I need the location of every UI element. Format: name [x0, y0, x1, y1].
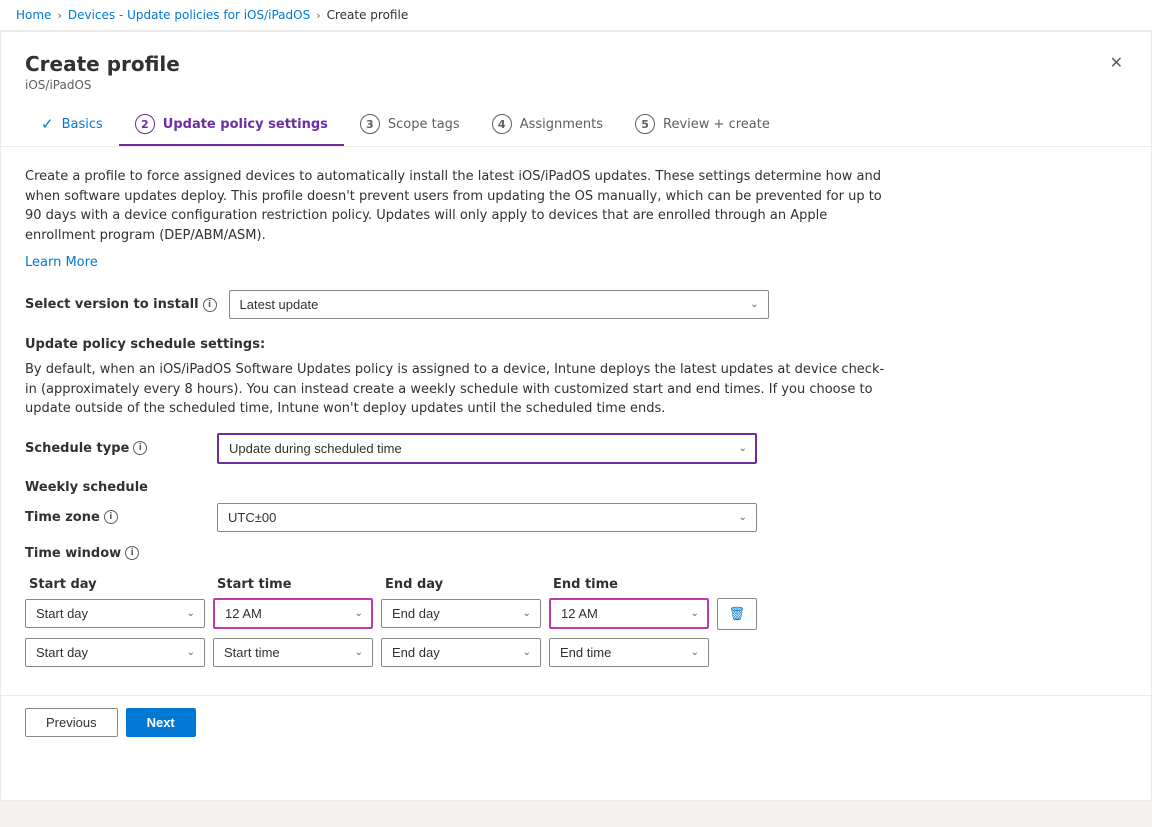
row1-delete-button[interactable]: 🗑 — [717, 598, 757, 630]
previous-button[interactable]: Previous — [25, 708, 118, 737]
header-start-time: Start time — [217, 577, 377, 592]
row2-end-time-wrapper: End time 12 AM1 AM2 AM 6 AM9 AM12 PM ⌄ — [549, 638, 709, 667]
header-end-time: End time — [553, 577, 713, 592]
row1-start-time-wrapper: 12 AM 1 AM2 AM3 AM 6 AM9 AM12 PM ⌄ — [213, 598, 373, 629]
learn-more-link[interactable]: Learn More — [25, 255, 98, 270]
breadcrumb-sep-1: › — [57, 9, 61, 22]
time-window-info-icon[interactable]: i — [125, 546, 139, 560]
delete-icon: 🗑 — [729, 606, 746, 622]
schedule-type-select-wrapper: Update during scheduled time Update at n… — [217, 433, 757, 464]
tab-review-create-num: 5 — [635, 114, 655, 134]
row1-end-time-select[interactable]: 12 AM 1 AM2 AM3 AM 6 AM9 AM12 PM — [549, 598, 709, 629]
header-actions — [721, 577, 761, 592]
version-select[interactable]: Latest update — [229, 290, 769, 319]
row1-start-day-select[interactable]: Start day SundayMondayTuesday WednesdayT… — [25, 599, 205, 628]
version-info-icon[interactable]: i — [203, 298, 217, 312]
panel-title-group: Create profile iOS/iPadOS — [25, 52, 180, 92]
panel-title: Create profile — [25, 52, 180, 76]
schedule-type-label: Schedule type i — [25, 441, 205, 456]
tab-scope-tags-label: Scope tags — [388, 117, 460, 132]
tab-update-policy-num: 2 — [135, 114, 155, 134]
breadcrumb: Home › Devices - Update policies for iOS… — [0, 0, 1152, 31]
tab-update-policy-label: Update policy settings — [163, 117, 328, 132]
tab-scope-tags-num: 3 — [360, 114, 380, 134]
row2-start-day-wrapper: Start day SundayMondayTuesday WednesdayT… — [25, 638, 205, 667]
row1-start-day-wrapper: Start day SundayMondayTuesday WednesdayT… — [25, 599, 205, 628]
schedule-type-select[interactable]: Update during scheduled time Update at n… — [217, 433, 757, 464]
time-table-headers: Start day Start time End day End time — [25, 577, 865, 592]
version-row: Select version to install i Latest updat… — [25, 290, 1127, 319]
breadcrumb-sep-2: › — [316, 9, 320, 22]
timezone-label: Time zone i — [25, 510, 205, 525]
weekly-schedule-label: Weekly schedule — [25, 480, 1127, 495]
content-area: Create a profile to force assigned devic… — [1, 147, 1151, 695]
wizard-tabs: ✓ Basics 2 Update policy settings 3 Scop… — [1, 104, 1151, 147]
policy-description: By default, when an iOS/iPadOS Software … — [25, 360, 885, 419]
tab-assignments-label: Assignments — [520, 117, 603, 132]
table-row: Start day SundayMondayTuesday WednesdayT… — [25, 598, 865, 630]
breadcrumb-home[interactable]: Home — [16, 8, 51, 22]
tab-assignments[interactable]: 4 Assignments — [476, 104, 619, 146]
timezone-row: Time zone i UTC±00 UTC-05:00 UTC+01:00 ⌄ — [25, 503, 1127, 532]
breadcrumb-devices[interactable]: Devices - Update policies for iOS/iPadOS — [68, 8, 310, 22]
tab-review-create-label: Review + create — [663, 117, 770, 132]
create-profile-panel: Create profile iOS/iPadOS ✕ ✓ Basics 2 U… — [0, 31, 1152, 801]
tab-assignments-num: 4 — [492, 114, 512, 134]
row2-start-time-wrapper: Start time 12 AM1 AM2 AM 6 AM9 AM12 PM ⌄ — [213, 638, 373, 667]
row2-end-day-wrapper: End day SundayMondayTuesday WednesdayThu… — [381, 638, 541, 667]
row1-start-time-select[interactable]: 12 AM 1 AM2 AM3 AM 6 AM9 AM12 PM — [213, 598, 373, 629]
tab-update-policy[interactable]: 2 Update policy settings — [119, 104, 344, 146]
breadcrumb-current: Create profile — [327, 8, 409, 22]
header-start-day: Start day — [29, 577, 209, 592]
timezone-select[interactable]: UTC±00 UTC-05:00 UTC+01:00 — [217, 503, 757, 532]
panel-subtitle: iOS/iPadOS — [25, 78, 180, 92]
version-label: Select version to install i — [25, 297, 217, 312]
row2-start-time-select[interactable]: Start time 12 AM1 AM2 AM 6 AM9 AM12 PM — [213, 638, 373, 667]
schedule-type-row: Schedule type i Update during scheduled … — [25, 433, 1127, 464]
version-section: Select version to install i Latest updat… — [25, 290, 1127, 319]
close-button[interactable]: ✕ — [1106, 52, 1127, 76]
version-select-wrapper: Latest update ⌄ — [229, 290, 769, 319]
row1-end-day-wrapper: End day SundayMondayTuesday WednesdayThu… — [381, 599, 541, 628]
footer: Previous Next — [1, 695, 1151, 749]
next-button[interactable]: Next — [126, 708, 196, 737]
row2-end-day-select[interactable]: End day SundayMondayTuesday WednesdayThu… — [381, 638, 541, 667]
header-end-day: End day — [385, 577, 545, 592]
row2-start-day-select[interactable]: Start day SundayMondayTuesday WednesdayT… — [25, 638, 205, 667]
tab-basics-check-icon: ✓ — [41, 115, 54, 133]
schedule-settings-heading: Update policy schedule settings: — [25, 337, 1127, 352]
schedule-type-info-icon[interactable]: i — [133, 441, 147, 455]
tab-scope-tags[interactable]: 3 Scope tags — [344, 104, 476, 146]
time-window-label: Time window i — [25, 546, 1127, 561]
table-row: Start day SundayMondayTuesday WednesdayT… — [25, 638, 865, 667]
timezone-info-icon[interactable]: i — [104, 510, 118, 524]
timezone-select-wrapper: UTC±00 UTC-05:00 UTC+01:00 ⌄ — [217, 503, 757, 532]
tab-basics[interactable]: ✓ Basics — [25, 105, 119, 145]
row2-end-time-select[interactable]: End time 12 AM1 AM2 AM 6 AM9 AM12 PM — [549, 638, 709, 667]
panel-header: Create profile iOS/iPadOS ✕ — [1, 32, 1151, 104]
row1-end-time-wrapper: 12 AM 1 AM2 AM3 AM 6 AM9 AM12 PM ⌄ — [549, 598, 709, 629]
time-table: Start day Start time End day End time St… — [25, 577, 865, 667]
tab-basics-label: Basics — [62, 117, 103, 132]
description-text: Create a profile to force assigned devic… — [25, 167, 885, 245]
tab-review-create[interactable]: 5 Review + create — [619, 104, 786, 146]
close-icon: ✕ — [1110, 55, 1123, 72]
row1-end-day-select[interactable]: End day SundayMondayTuesday WednesdayThu… — [381, 599, 541, 628]
